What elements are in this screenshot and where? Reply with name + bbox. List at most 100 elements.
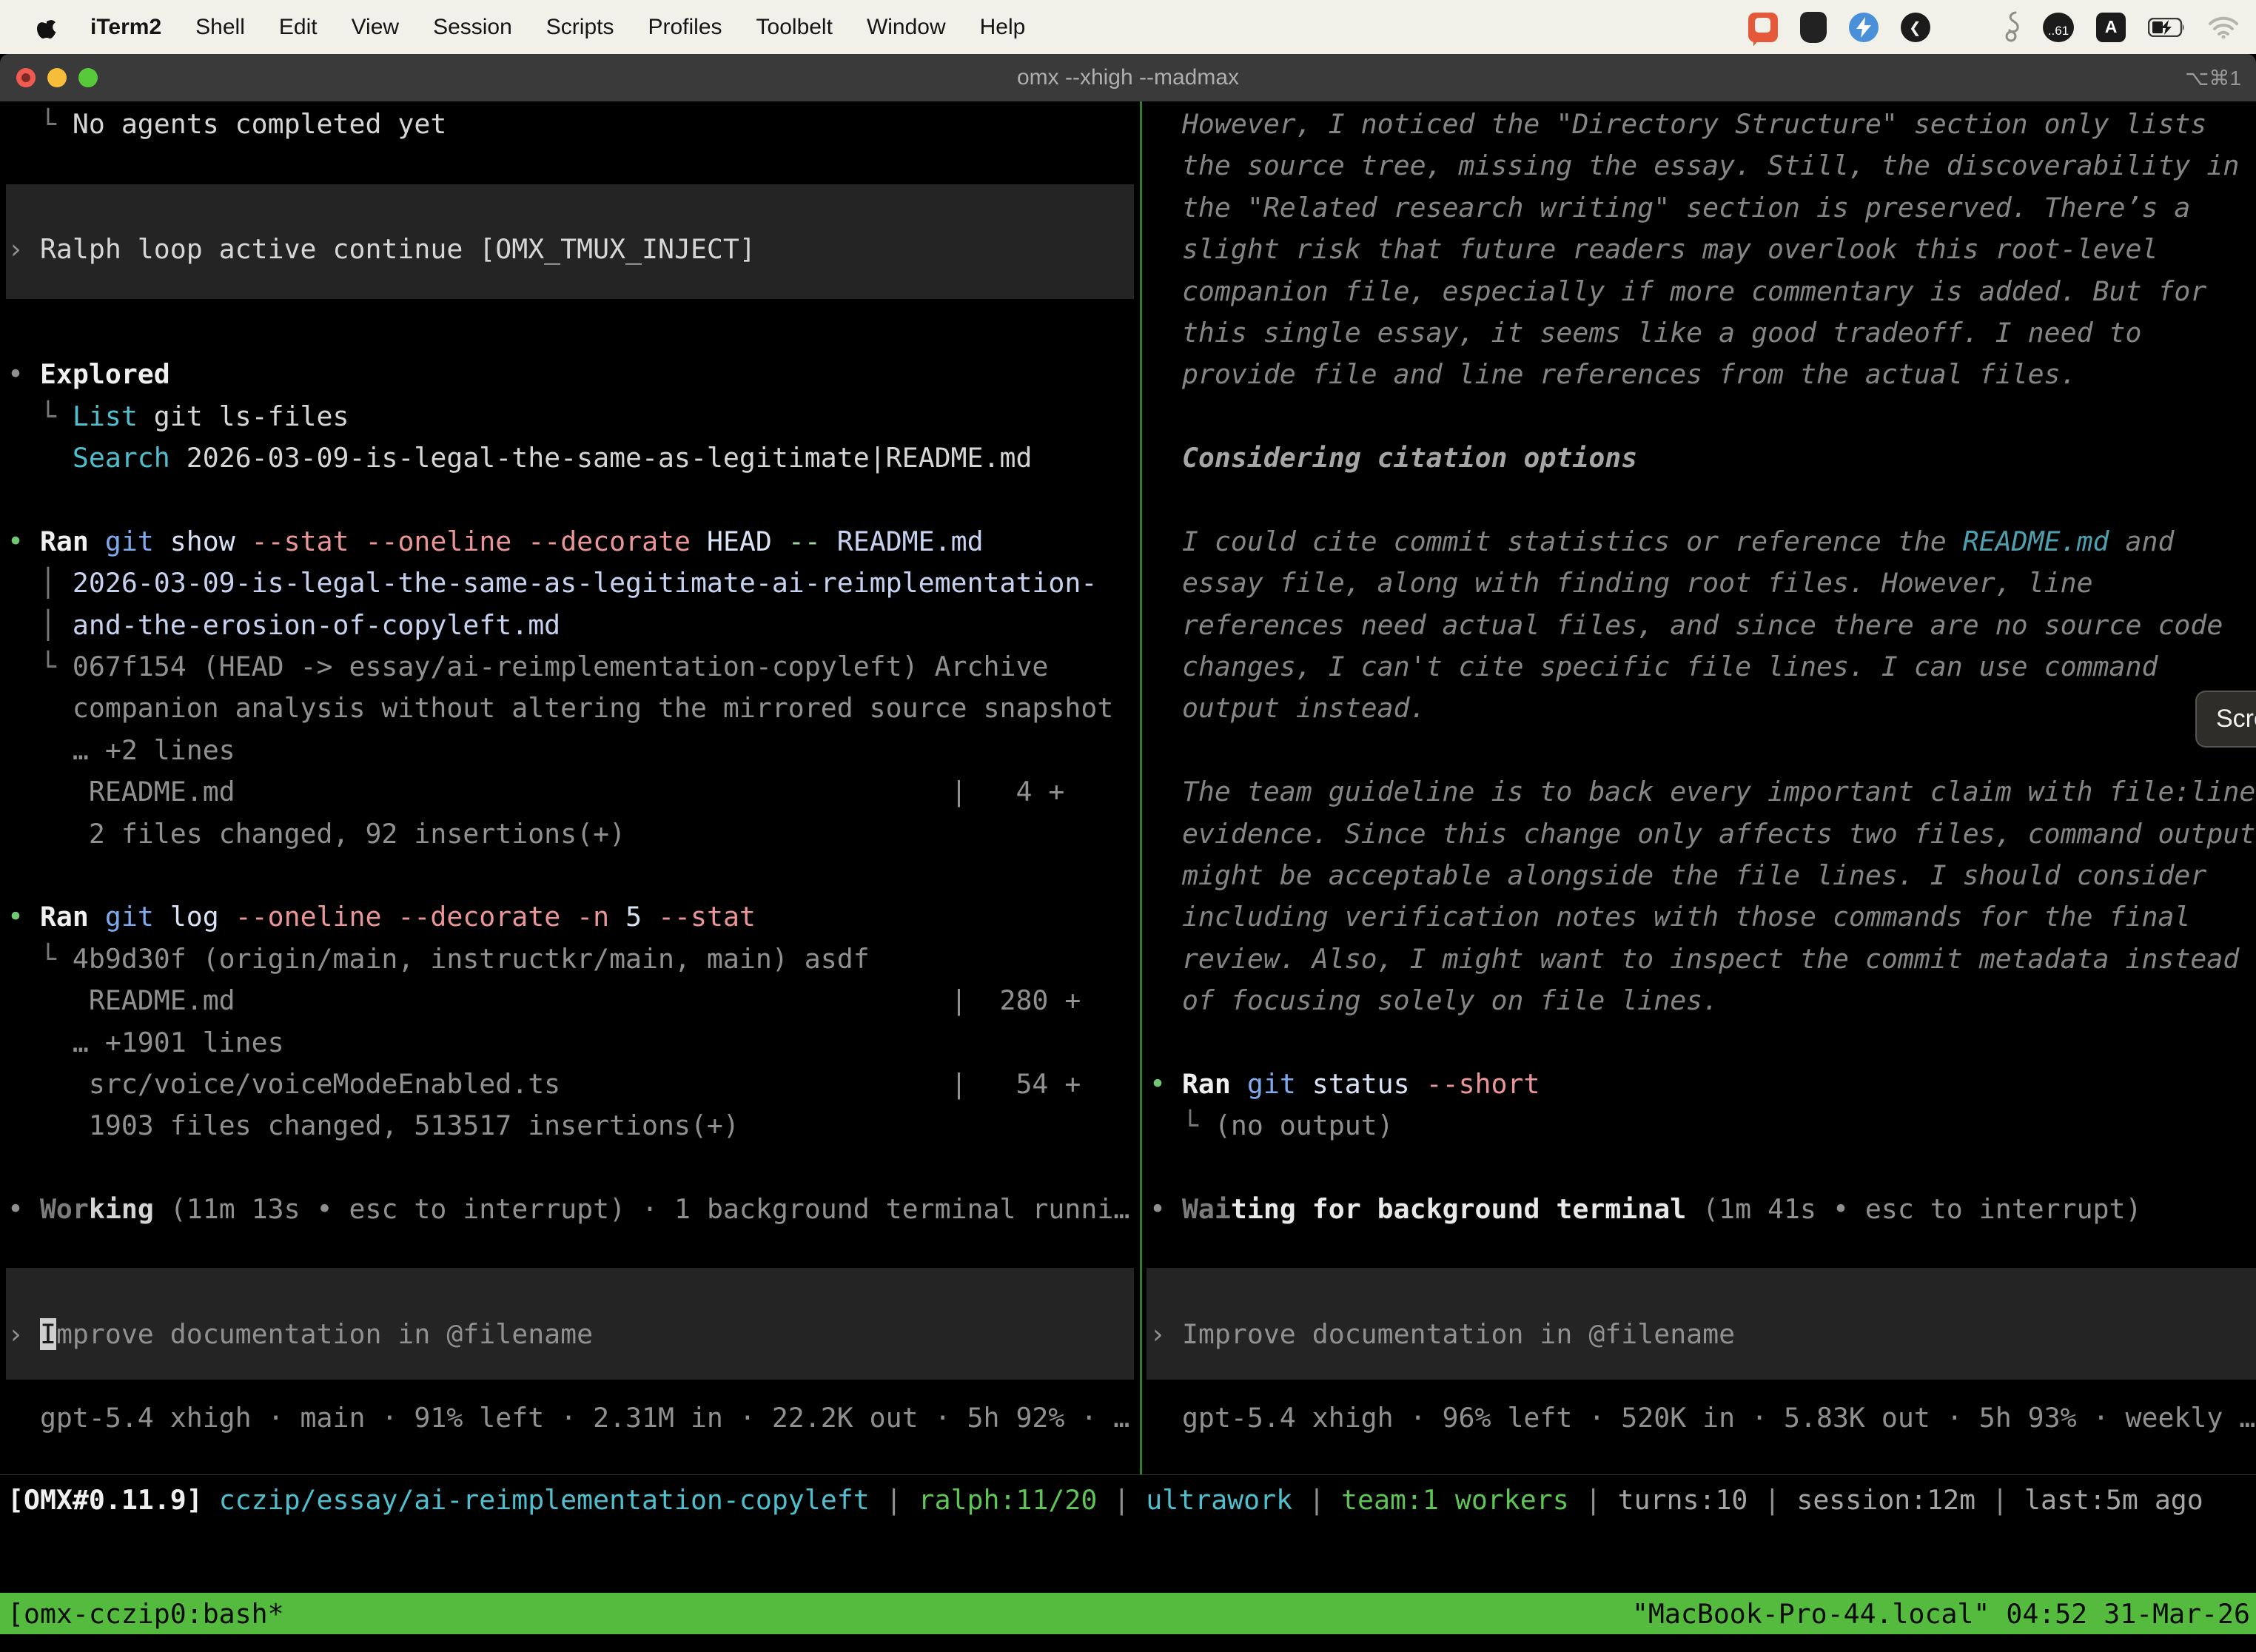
- terminal-line: [7, 855, 1140, 896]
- menu-item-help[interactable]: Help: [980, 15, 1026, 40]
- terminal-line: • Ran git status --short: [1149, 1064, 2256, 1105]
- menu-item-edit[interactable]: Edit: [279, 15, 318, 40]
- terminal-line: The team guideline is to back every impo…: [1149, 771, 2256, 813]
- terminal-line: • Working (11m 13s • esc to interrupt) ·…: [7, 1189, 1140, 1230]
- bolt-circle-icon[interactable]: [1849, 13, 1879, 42]
- terminal-line: companion analysis without altering the …: [7, 688, 1140, 729]
- terminal-line: › Ralph loop active continue [OMX_TMUX_I…: [7, 229, 1140, 270]
- terminal-line: gpt-5.4 xhigh · main · 91% left · 2.31M …: [7, 1397, 1140, 1439]
- menu-item-scripts[interactable]: Scripts: [546, 15, 614, 40]
- tally-badge-icon[interactable]: ..61: [2043, 13, 2074, 42]
- menu-item-profiles[interactable]: Profiles: [648, 15, 722, 40]
- terminal-line: › Improve documentation in @filename: [7, 1314, 1140, 1355]
- terminal-line: … +2 lines: [7, 730, 1140, 771]
- terminal-line: However, I noticed the "Directory Struct…: [1149, 104, 2256, 145]
- shield-grid-icon[interactable]: [1800, 12, 1827, 43]
- terminal-line: README.md | 4 +: [7, 771, 1140, 813]
- crescent-icon[interactable]: [1901, 13, 1930, 42]
- minimize-button[interactable]: [47, 68, 67, 87]
- terminal-line: [7, 480, 1140, 521]
- terminal-line: provide file and line references from th…: [1149, 354, 2256, 395]
- terminal-line: of focusing solely on file lines.: [1149, 980, 2256, 1021]
- terminal-line: • Explored: [7, 354, 1140, 395]
- menu-item-iterm2[interactable]: iTerm2: [90, 15, 161, 40]
- terminal-line: output instead.: [1149, 688, 2256, 729]
- terminal-line: Considering citation options: [1149, 437, 2256, 479]
- menu-item-window[interactable]: Window: [867, 15, 946, 40]
- menu-item-view[interactable]: View: [352, 15, 399, 40]
- terminal-line: [1149, 1147, 2256, 1189]
- window-title: omx --xhigh --madmax: [1017, 65, 1239, 90]
- terminal-line: [1149, 1231, 2256, 1272]
- window-title-bar: omx --xhigh --madmax ⌥⌘1: [0, 54, 2256, 101]
- menu-item-session[interactable]: Session: [433, 15, 512, 40]
- terminal-line: slight risk that future readers may over…: [1149, 229, 2256, 270]
- terminal-line: [7, 1147, 1140, 1189]
- screen-share-overlay-label: Scre: [2216, 705, 2256, 733]
- terminal-line: [7, 145, 1140, 187]
- zoom-button[interactable]: [78, 68, 98, 87]
- terminal-line: Search 2026-03-09-is-legal-the-same-as-l…: [7, 437, 1140, 479]
- terminal-line: └ (no output): [1149, 1105, 2256, 1146]
- menu-bar-status-icons: ..61 A: [1748, 11, 2256, 44]
- terminal-line: changes, I can't cite specific file line…: [1149, 646, 2256, 688]
- terminal-line: [7, 1231, 1140, 1272]
- omx-status-text: [OMX#0.11.9] cczip/essay/ai-reimplementa…: [7, 1480, 2256, 1521]
- screen-share-overlay-button[interactable]: Scre: [2195, 691, 2256, 748]
- tmux-pane-left[interactable]: └ No agents completed yet › Ralph loop a…: [0, 101, 1140, 1474]
- tmux-session-label: [omx-cczip0:bash*: [7, 1598, 284, 1630]
- terminal-line: essay file, along with finding root file…: [1149, 563, 2256, 604]
- terminal-line: • Ran git log --oneline --decorate -n 5 …: [7, 896, 1140, 938]
- terminal-line: review. Also, I might want to inspect th…: [1149, 939, 2256, 980]
- terminal-line: [7, 187, 1140, 229]
- terminal-line: [1149, 1356, 2256, 1397]
- apple-logo-icon[interactable]: [37, 16, 56, 39]
- terminal-line: └ No agents completed yet: [7, 104, 1140, 145]
- terminal-line: [1149, 1272, 2256, 1314]
- terminal-line: └ List git ls-files: [7, 396, 1140, 437]
- terminal-line: evidence. Since this change only affects…: [1149, 813, 2256, 855]
- terminal-line: this single essay, it seems like a good …: [1149, 312, 2256, 354]
- terminal-line: including verification notes with those …: [1149, 896, 2256, 938]
- window-controls: [16, 54, 98, 101]
- battery-icon[interactable]: [2148, 18, 2186, 37]
- tmux-status-bar: [omx-cczip0:bash* "MacBook-Pro-44.local"…: [0, 1593, 2256, 1634]
- keyboard-layout-icon[interactable]: A: [2096, 13, 2126, 42]
- terminal-line: I could cite commit statistics or refere…: [1149, 521, 2256, 563]
- tmux-host-clock-label: "MacBook-Pro-44.local" 04:52 31-Mar-26: [1632, 1598, 2250, 1630]
- terminal-line: └ 067f154 (HEAD -> essay/ai-reimplementa…: [7, 646, 1140, 688]
- terminal-line: … +1901 lines: [7, 1022, 1140, 1064]
- menu-bar: iTerm2 Shell Edit View Session Scripts Profile…: [0, 0, 2256, 54]
- terminal-line: • Waiting for background terminal (1m 41…: [1149, 1189, 2256, 1230]
- dots-grid-icon[interactable]: [1953, 13, 1982, 42]
- hook-icon[interactable]: [2004, 11, 2021, 44]
- close-button[interactable]: [16, 68, 36, 87]
- tmux-pane-right[interactable]: However, I noticed the "Directory Struct…: [1142, 101, 2256, 1474]
- terminal-content: └ No agents completed yet › Ralph loop a…: [0, 101, 2256, 1475]
- menu-item-toolbelt[interactable]: Toolbelt: [756, 15, 833, 40]
- terminal-line: the source tree, missing the essay. Stil…: [1149, 145, 2256, 187]
- window-shortcut-badge: ⌥⌘1: [2185, 66, 2241, 90]
- terminal-line: references need actual files, and since …: [1149, 605, 2256, 646]
- terminal-line: [1149, 480, 2256, 521]
- terminal-line: › Improve documentation in @filename: [1149, 1314, 2256, 1355]
- terminal-line: [7, 312, 1140, 354]
- terminal-line: • Ran git show --stat --oneline --decora…: [7, 521, 1140, 563]
- menu-bar-left: iTerm2 Shell Edit View Session Scripts Profile…: [0, 15, 1748, 40]
- terminal-line: │ 2026-03-09-is-legal-the-same-as-legiti…: [7, 563, 1140, 604]
- wifi-icon[interactable]: [2209, 16, 2238, 38]
- terminal-line: companion file, especially if more comme…: [1149, 271, 2256, 312]
- terminal-line: README.md | 280 +: [7, 980, 1140, 1021]
- terminal-line: gpt-5.4 xhigh · 96% left · 520K in · 5.8…: [1149, 1397, 2256, 1439]
- terminal-line: 1903 files changed, 513517 insertions(+): [7, 1105, 1140, 1146]
- terminal-line: [1149, 1022, 2256, 1064]
- terminal-line: might be acceptable alongside the file l…: [1149, 855, 2256, 896]
- chat-icon[interactable]: [1748, 13, 1778, 42]
- terminal-line: [7, 1356, 1140, 1397]
- menu-item-shell[interactable]: Shell: [195, 15, 245, 40]
- terminal-line: [1149, 730, 2256, 771]
- iterm-window: omx --xhigh --madmax ⌥⌘1 └ No agents com…: [0, 54, 2256, 1652]
- terminal-line: └ 4b9d30f (origin/main, instructkr/main,…: [7, 939, 1140, 980]
- terminal-line: │ and-the-erosion-of-copyleft.md: [7, 605, 1140, 646]
- terminal-line: [7, 271, 1140, 312]
